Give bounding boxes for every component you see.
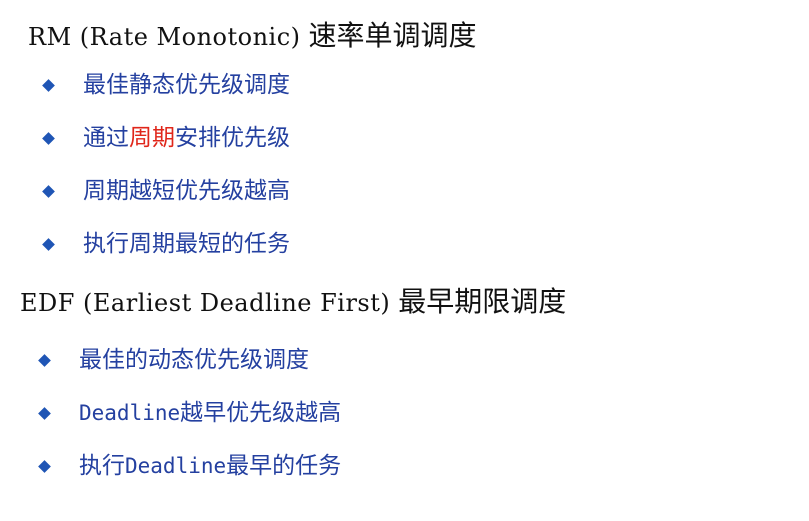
edf-item-3-rest: 最早的任务 <box>226 453 342 479</box>
edf-heading-cjk: 最早期限调度 <box>398 285 567 318</box>
rm-item-2-post: 安排优先级 <box>175 125 290 151</box>
rm-item-2: 通过周期安排优先级 <box>42 127 290 150</box>
rm-item-2-text: 通过周期安排优先级 <box>83 127 290 150</box>
rm-item-4-text: 执行周期最短的任务 <box>83 231 290 257</box>
edf-item-3-latin: Deadline <box>125 454 227 478</box>
edf-item-1-text: 最佳的动态优先级调度 <box>79 347 309 373</box>
edf-item-2-text: Deadline越早优先级越高 <box>79 402 341 425</box>
diamond-bullet-icon <box>42 238 55 251</box>
rm-item-2-highlight: 周期 <box>129 125 175 151</box>
rm-item-1: 最佳静态优先级调度 <box>42 72 290 98</box>
rm-item-4: 执行周期最短的任务 <box>42 231 290 257</box>
rm-heading-latin: RM (Rate Monotonic) <box>28 23 301 51</box>
edf-item-2-latin: Deadline <box>79 401 181 425</box>
diamond-bullet-icon <box>38 460 51 473</box>
edf-heading: EDF (Earliest Deadline First) 最早期限调度 <box>20 288 566 316</box>
edf-item-3: 执行Deadline最早的任务 <box>38 455 341 478</box>
rm-item-3-text: 周期越短优先级越高 <box>83 178 290 204</box>
diamond-bullet-icon <box>42 185 55 198</box>
edf-item-2-rest: 越早优先级越高 <box>180 400 342 426</box>
diamond-bullet-icon <box>38 354 51 367</box>
edf-heading-latin: EDF (Earliest Deadline First) <box>20 289 391 317</box>
edf-item-3-pre: 执行 <box>79 453 125 479</box>
edf-item-1: 最佳的动态优先级调度 <box>38 347 309 373</box>
rm-item-3: 周期越短优先级越高 <box>42 178 290 204</box>
diamond-bullet-icon <box>42 132 55 145</box>
rm-item-1-text: 最佳静态优先级调度 <box>83 72 290 98</box>
edf-item-3-text: 执行Deadline最早的任务 <box>79 455 341 478</box>
rm-heading: RM (Rate Monotonic) 速率单调调度 <box>28 22 477 50</box>
diamond-bullet-icon <box>38 407 51 420</box>
rm-item-2-pre: 通过 <box>83 125 129 151</box>
slide: RM (Rate Monotonic) 速率单调调度 最佳静态优先级调度 通过周期… <box>0 0 809 521</box>
rm-heading-cjk: 速率单调调度 <box>308 19 477 52</box>
diamond-bullet-icon <box>42 79 55 92</box>
edf-item-2: Deadline越早优先级越高 <box>38 402 341 425</box>
